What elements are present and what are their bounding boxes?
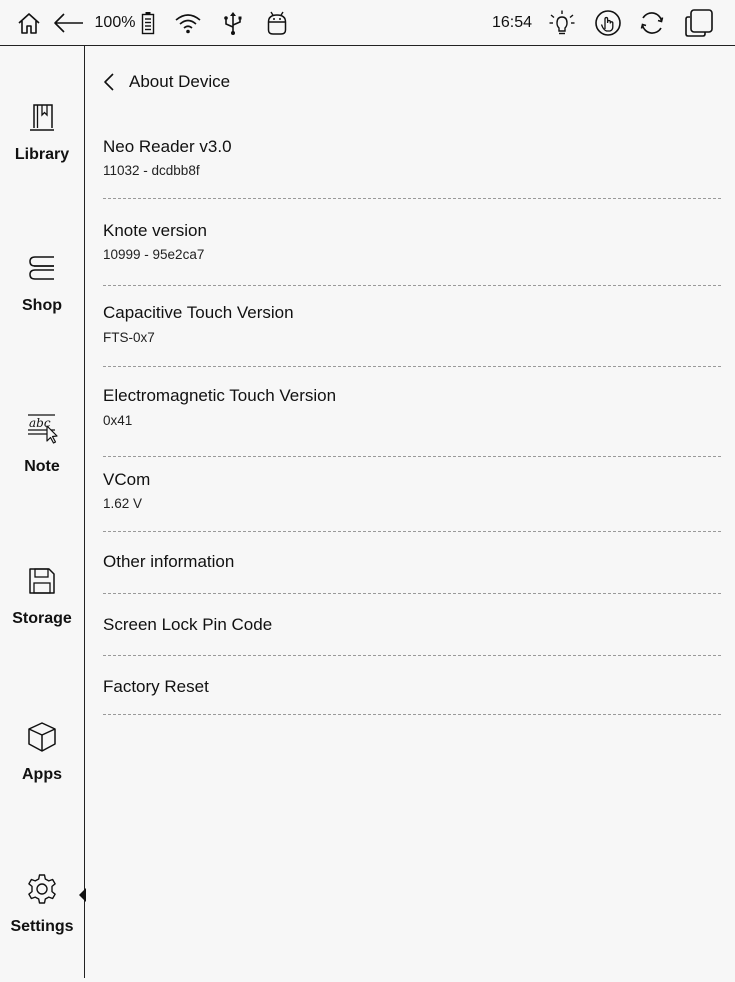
sidebar-item-settings[interactable]: Settings	[0, 872, 86, 982]
info-title: Neo Reader v3.0	[103, 137, 232, 156]
android-debug-icon	[262, 0, 292, 46]
info-value: FTS-0x7	[103, 330, 155, 345]
info-title: Capacitive Touch Version	[103, 303, 294, 322]
factory-reset-item[interactable]: Factory Reset	[103, 656, 721, 715]
sidebar-item-label: Storage	[12, 610, 72, 627]
screen-lock-pin-code-item[interactable]: Screen Lock Pin Code	[103, 594, 721, 656]
sidebar-item-storage[interactable]: Storage	[0, 564, 84, 674]
usb-icon	[218, 0, 248, 46]
info-value: 0x41	[103, 413, 133, 428]
storage-icon	[25, 564, 59, 598]
battery-percent: 100%	[94, 14, 136, 31]
chevron-left-icon[interactable]	[102, 71, 120, 93]
battery-icon	[138, 0, 158, 46]
main-content: About Device Neo Reader v3.0 11032 - dcd…	[86, 46, 735, 978]
info-title: Knote version	[103, 221, 207, 240]
page-title: About Device	[129, 72, 231, 91]
item-label: Factory Reset	[103, 677, 209, 696]
item-label: Other information	[103, 552, 235, 571]
back-arrow-icon[interactable]	[48, 0, 88, 46]
item-label: Screen Lock Pin Code	[103, 615, 273, 634]
sidebar-item-label: Apps	[22, 766, 62, 783]
sidebar-item-library[interactable]: Library	[0, 100, 84, 210]
page-header[interactable]: About Device	[102, 68, 230, 96]
info-row-capacitive-touch: Capacitive Touch Version FTS-0x7	[103, 286, 721, 367]
info-row-knote: Knote version 10999 - 95e2ca7	[103, 199, 721, 286]
status-bar: 100% 16:54	[0, 0, 735, 46]
sidebar-item-note[interactable]: abc Note	[0, 412, 84, 522]
shop-icon	[25, 251, 59, 285]
info-title: Electromagnetic Touch Version	[103, 386, 337, 405]
apps-icon	[25, 720, 59, 754]
sidebar-item-label: Settings	[10, 918, 74, 935]
frontlight-icon[interactable]	[546, 0, 578, 46]
info-row-electromagnetic-touch: Electromagnetic Touch Version 0x41	[103, 367, 721, 457]
sidebar-item-apps[interactable]: Apps	[0, 720, 84, 830]
multi-window-icon[interactable]	[682, 0, 716, 46]
note-icon: abc	[25, 412, 59, 446]
refresh-icon[interactable]	[636, 0, 668, 46]
home-icon[interactable]	[14, 0, 44, 46]
sidebar-item-shop[interactable]: Shop	[0, 251, 84, 361]
active-indicator	[79, 888, 86, 902]
wifi-icon	[172, 0, 204, 46]
info-row-vcom: VCom 1.62 V	[103, 457, 721, 532]
info-value: 11032 - dcdbb8f	[103, 163, 200, 178]
clock: 16:54	[491, 14, 533, 31]
other-information-item[interactable]: Other information	[103, 532, 721, 594]
library-icon	[25, 100, 59, 134]
sidebar-item-label: Library	[14, 146, 70, 163]
sidebar-item-label: Shop	[22, 297, 62, 314]
gear-icon	[25, 872, 59, 906]
info-title: VCom	[103, 470, 151, 489]
info-value: 1.62 V	[103, 496, 143, 511]
info-row-neo-reader: Neo Reader v3.0 11032 - dcdbb8f	[103, 128, 721, 199]
info-value: 10999 - 95e2ca7	[103, 247, 205, 262]
sidebar: Library Shop abc Note Storage Apps Setti…	[0, 46, 86, 978]
touch-icon[interactable]	[592, 0, 624, 46]
sidebar-item-label: Note	[24, 458, 60, 475]
